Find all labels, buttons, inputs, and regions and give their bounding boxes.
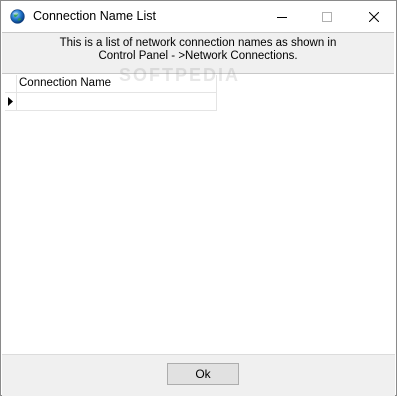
description-line-1: This is a list of network connection nam… — [59, 37, 337, 49]
maximize-icon — [321, 11, 332, 22]
column-header-label: Connection Name — [19, 77, 112, 89]
close-button[interactable] — [351, 1, 396, 32]
maximize-button[interactable] — [304, 1, 349, 32]
table-cell-connection-name[interactable] — [17, 93, 217, 111]
watermark: SOFTPEDIA — [119, 65, 241, 85]
minimize-button[interactable] — [259, 1, 304, 32]
title-bar[interactable]: Connection Name List — [1, 1, 396, 32]
current-row-arrow-icon — [8, 97, 13, 106]
description-line-2: Control Panel - >Network Connections. — [98, 50, 298, 62]
row-selector[interactable] — [5, 93, 17, 111]
close-icon — [368, 11, 379, 22]
minimize-icon — [276, 16, 287, 18]
app-globe-icon — [10, 9, 25, 24]
connection-name-list-window: Connection Name List This is a list of n… — [0, 0, 397, 396]
ok-button[interactable]: Ok — [167, 363, 239, 385]
window-title: Connection Name List — [33, 9, 156, 23]
grid-corner-cell[interactable] — [5, 75, 17, 93]
